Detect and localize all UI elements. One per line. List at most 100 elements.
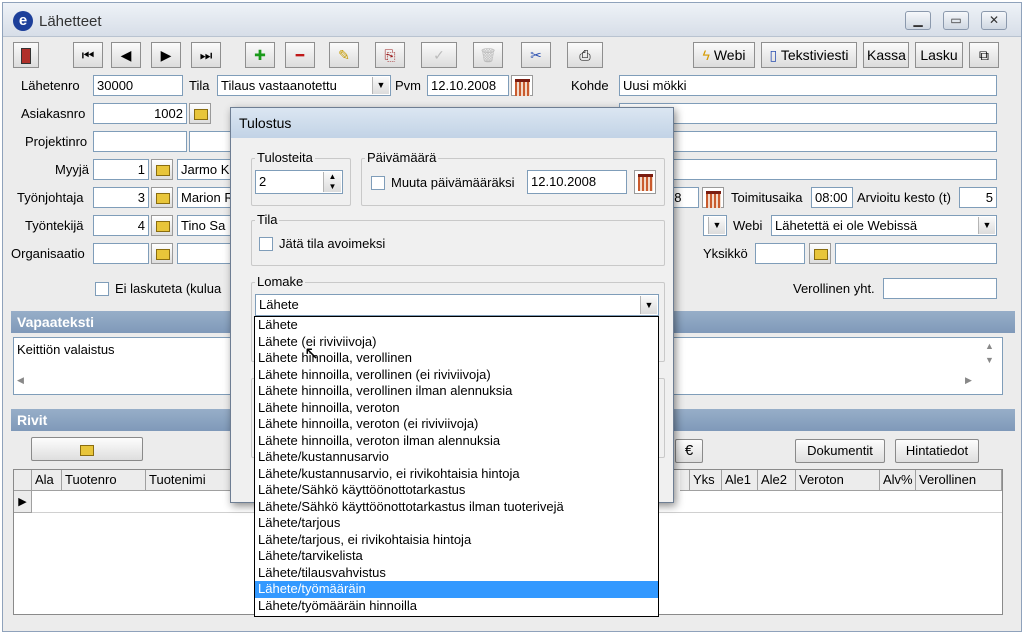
rivit-folder-button[interactable] xyxy=(31,437,143,461)
dropdown-option[interactable]: Lähete/työmääräin hinnoilla xyxy=(255,598,658,615)
next-record-icon[interactable]: ▶ xyxy=(151,42,181,68)
dropdown-option[interactable]: Lähete xyxy=(255,317,658,334)
scroll-up-icon[interactable]: ▲ xyxy=(985,341,994,351)
folder-icon[interactable] xyxy=(809,243,831,264)
organisaatio-name-field[interactable] xyxy=(177,243,237,264)
tyontekija-nro-field[interactable]: 4 xyxy=(93,215,149,236)
last-record-icon[interactable]: ⏭ xyxy=(191,42,221,68)
tyonjohtaja-nro-field[interactable]: 3 xyxy=(93,187,149,208)
dropdown-option[interactable]: Lähete/Sähkö käyttöönottotarkastus xyxy=(255,482,658,499)
tyontekija-name-field[interactable]: Tino Sa xyxy=(177,215,237,236)
kohde-field[interactable]: Uusi mökki xyxy=(619,75,997,96)
folder-icon[interactable] xyxy=(151,187,173,208)
scroll-down-icon[interactable]: ▼ xyxy=(985,355,994,365)
partial-select[interactable]: ▼ xyxy=(703,215,727,236)
euro-button[interactable]: € xyxy=(675,439,703,463)
previous-record-icon[interactable]: ◀ xyxy=(111,42,141,68)
arvioitu-field[interactable]: 5 xyxy=(959,187,997,208)
calendar-icon[interactable] xyxy=(702,187,724,208)
dropdown-option[interactable]: Lähete/tilausvahvistus xyxy=(255,565,658,582)
lahetenro-field[interactable]: 30000 xyxy=(93,75,183,96)
edit-icon[interactable]: ✎ xyxy=(329,42,359,68)
row4-field[interactable]: ilä xyxy=(619,159,997,180)
scroll-left-icon[interactable]: ◀ xyxy=(17,375,24,386)
col-ale1[interactable]: Ale1 xyxy=(722,470,758,491)
minimize-button[interactable]: ▁ xyxy=(905,11,931,30)
col-veroton[interactable]: Veroton xyxy=(796,470,880,491)
folder-icon[interactable] xyxy=(151,159,173,180)
col-alv[interactable]: Alv% xyxy=(880,470,916,491)
scroll-right-icon[interactable]: ▶ xyxy=(965,375,972,386)
print-icon[interactable]: ⎙ xyxy=(567,42,603,68)
col-ala[interactable]: Ala xyxy=(32,470,62,491)
trash-icon[interactable]: 🗑 xyxy=(473,42,503,68)
projektinro-field[interactable] xyxy=(93,131,187,152)
webi-select[interactable]: Lähetettä ei ole Webissä ▼ xyxy=(771,215,997,236)
dropdown-option[interactable]: Lähete/tarjous, ei rivikohtaisia hintoja xyxy=(255,532,658,549)
address-field[interactable]: p 5 xyxy=(619,103,997,124)
tulosteita-label: Tulosteita xyxy=(255,150,315,165)
col-yks[interactable]: Yks xyxy=(690,470,722,491)
toimitusaika-field[interactable]: 08:00 xyxy=(811,187,853,208)
dropdown-option[interactable]: Lähete hinnoilla, veroton ilman alennuks… xyxy=(255,433,658,450)
dropdown-option[interactable]: Lähete/työmääräin xyxy=(255,581,658,598)
folder-icon[interactable] xyxy=(151,243,173,264)
folder-icon[interactable] xyxy=(151,215,173,236)
copy-document-icon[interactable]: ⎘ xyxy=(375,42,405,68)
col-tuotenro[interactable]: Tuotenro xyxy=(62,470,146,491)
organisaatio-nro-field[interactable] xyxy=(93,243,149,264)
lasku-button[interactable]: Lasku xyxy=(915,42,963,68)
pvm-field[interactable]: 12.10.2008 xyxy=(427,75,509,96)
ei-laskuteta-checkbox[interactable] xyxy=(95,282,109,296)
maximize-button[interactable]: ▭ xyxy=(943,11,969,30)
webi-label: Webi xyxy=(733,218,763,233)
myyja-name-field[interactable]: Jarmo K xyxy=(177,159,237,180)
dropdown-option[interactable]: Lähete/tarvikelista xyxy=(255,548,658,565)
lomake-select[interactable]: Lähete ▼ xyxy=(255,294,659,316)
dropdown-option[interactable]: Lähete/Sähkö käyttöönottotarkastus ilman… xyxy=(255,499,658,516)
asiakasnro-field[interactable]: 1002 xyxy=(93,103,187,124)
windows-icon[interactable]: ⧉ xyxy=(969,42,999,68)
lomake-label: Lomake xyxy=(255,274,306,289)
col-ale2[interactable]: Ale2 xyxy=(758,470,796,491)
add-record-icon[interactable]: ✚ xyxy=(245,42,275,68)
webi-button[interactable]: ϟ Webi xyxy=(693,42,755,68)
spinner-arrows-icon[interactable]: ▲ ▼ xyxy=(323,172,341,192)
yksikko-name-field[interactable] xyxy=(835,243,997,264)
dropdown-option[interactable]: Lähete hinnoilla, veroton (ei riviviivoj… xyxy=(255,416,658,433)
yksikko-field[interactable] xyxy=(755,243,805,264)
dokumentit-button[interactable]: Dokumentit xyxy=(795,439,885,463)
folder-icon[interactable] xyxy=(189,103,211,124)
myyja-nro-field[interactable]: 1 xyxy=(93,159,149,180)
dropdown-option[interactable]: Lähete hinnoilla, veroton xyxy=(255,400,658,417)
dropdown-option[interactable]: Lähete hinnoilla, verollinen (ei rivivii… xyxy=(255,367,658,384)
delete-record-icon[interactable]: ━ xyxy=(285,42,315,68)
row3-field[interactable]: ki xyxy=(619,131,997,152)
muuta-date-field[interactable]: 12.10.2008 xyxy=(527,170,627,194)
dropdown-option[interactable]: Lähete hinnoilla, verollinen ilman alenn… xyxy=(255,383,658,400)
muuta-checkbox[interactable] xyxy=(371,176,385,190)
tulosteita-value: 2 xyxy=(259,174,267,189)
col-partial[interactable] xyxy=(680,470,690,491)
first-record-icon[interactable]: ⏮ xyxy=(73,42,103,68)
col-verollinen[interactable]: Verollinen xyxy=(916,470,1002,491)
close-button[interactable]: ✕ xyxy=(981,11,1007,30)
tila-select[interactable]: Tilaus vastaanotettu ▼ xyxy=(217,75,391,96)
hintatiedot-button[interactable]: Hintatiedot xyxy=(895,439,979,463)
tulosteita-spinner[interactable]: 2 ▲ ▼ xyxy=(255,170,343,194)
exit-icon[interactable] xyxy=(13,42,39,68)
calendar-icon[interactable] xyxy=(634,170,656,194)
dropdown-option[interactable]: Lähete/kustannusarvio, ei rivikohtaisia … xyxy=(255,466,658,483)
calendar-icon[interactable] xyxy=(511,75,533,96)
dropdown-option[interactable]: Lähete/tarjous xyxy=(255,515,658,532)
jata-checkbox[interactable] xyxy=(259,237,273,251)
tyontekija-label: Työntekijä xyxy=(25,218,84,233)
verollinen-yht-field[interactable] xyxy=(883,278,997,299)
tyonjohtaja-name-field[interactable]: Marion R xyxy=(177,187,237,208)
dropdown-option[interactable]: Lähete/kustannusarvio xyxy=(255,449,658,466)
tekstiviesti-button[interactable]: ▯ Tekstiviesti xyxy=(761,42,857,68)
projekti-name-field[interactable] xyxy=(189,131,235,152)
attach-icon[interactable]: ✂ xyxy=(521,42,551,68)
kassa-button[interactable]: Kassa xyxy=(863,42,909,68)
save-checkmark-icon[interactable]: ✓ xyxy=(421,42,457,68)
